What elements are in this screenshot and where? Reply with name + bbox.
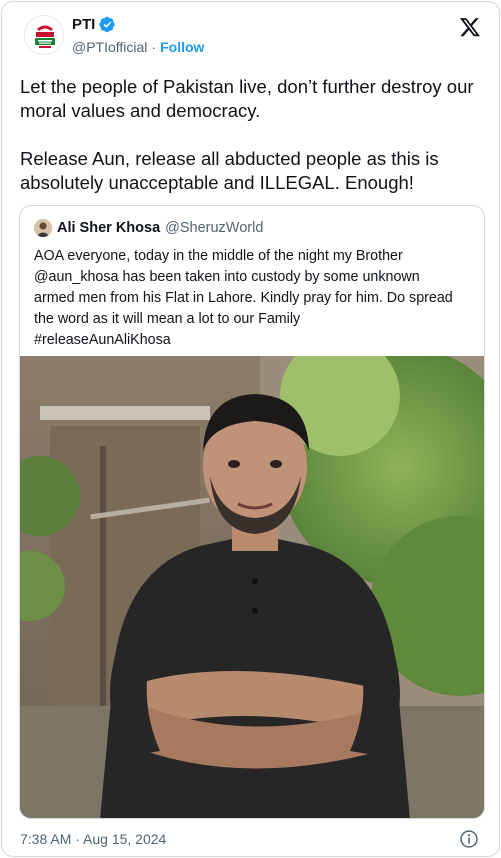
follow-button[interactable]: Follow [160, 39, 204, 55]
tweet-paragraph: Release Aun, release all abducted people… [20, 148, 439, 193]
tweet-timestamp[interactable]: 7:38 AM · Aug 15, 2024 [20, 831, 166, 847]
x-logo-icon[interactable] [459, 16, 481, 38]
author-handle-row: @PTIofficial · Follow [72, 39, 204, 55]
embedded-tweet-card: PTI @PTIofficial · Follow Let the people… [1, 1, 500, 857]
author-handle[interactable]: @PTIofficial [72, 39, 147, 55]
quoted-author-handle: @SheruzWorld [165, 220, 264, 236]
info-icon[interactable] [459, 829, 479, 849]
quoted-text-line: #releaseAunAliKhosa [34, 332, 171, 348]
quoted-text-line: armed men from his Flat in Lahore. Kindl… [34, 290, 453, 306]
author-display-name[interactable]: PTI [72, 16, 95, 33]
author-name-row: PTI [72, 16, 116, 33]
quoted-text-line: AOA everyone, today in the middle of the… [34, 248, 403, 264]
quoted-tweet[interactable]: Ali Sher Khosa @SheruzWorld AOA everyone… [19, 205, 485, 819]
quoted-author-avatar [34, 219, 52, 237]
author-avatar[interactable] [24, 15, 64, 55]
tweet-text: Let the people of Pakistan live, don’t f… [20, 75, 490, 195]
pti-logo-icon [25, 16, 63, 54]
quoted-tweet-header: Ali Sher Khosa @SheruzWorld [34, 219, 263, 237]
quoted-author-name: Ali Sher Khosa [57, 220, 161, 236]
separator-dot: · [151, 39, 157, 55]
quoted-text-line: @aun_khosa has been taken into custody b… [34, 269, 420, 285]
quoted-tweet-text: AOA everyone, today in the middle of the… [34, 246, 474, 351]
quoted-tweet-photo[interactable] [20, 356, 485, 819]
verified-badge-icon [99, 16, 116, 33]
quoted-text-line: the word as it will mean a lot to our Fa… [34, 311, 301, 327]
tweet-paragraph: Let the people of Pakistan live, don’t f… [20, 76, 474, 121]
